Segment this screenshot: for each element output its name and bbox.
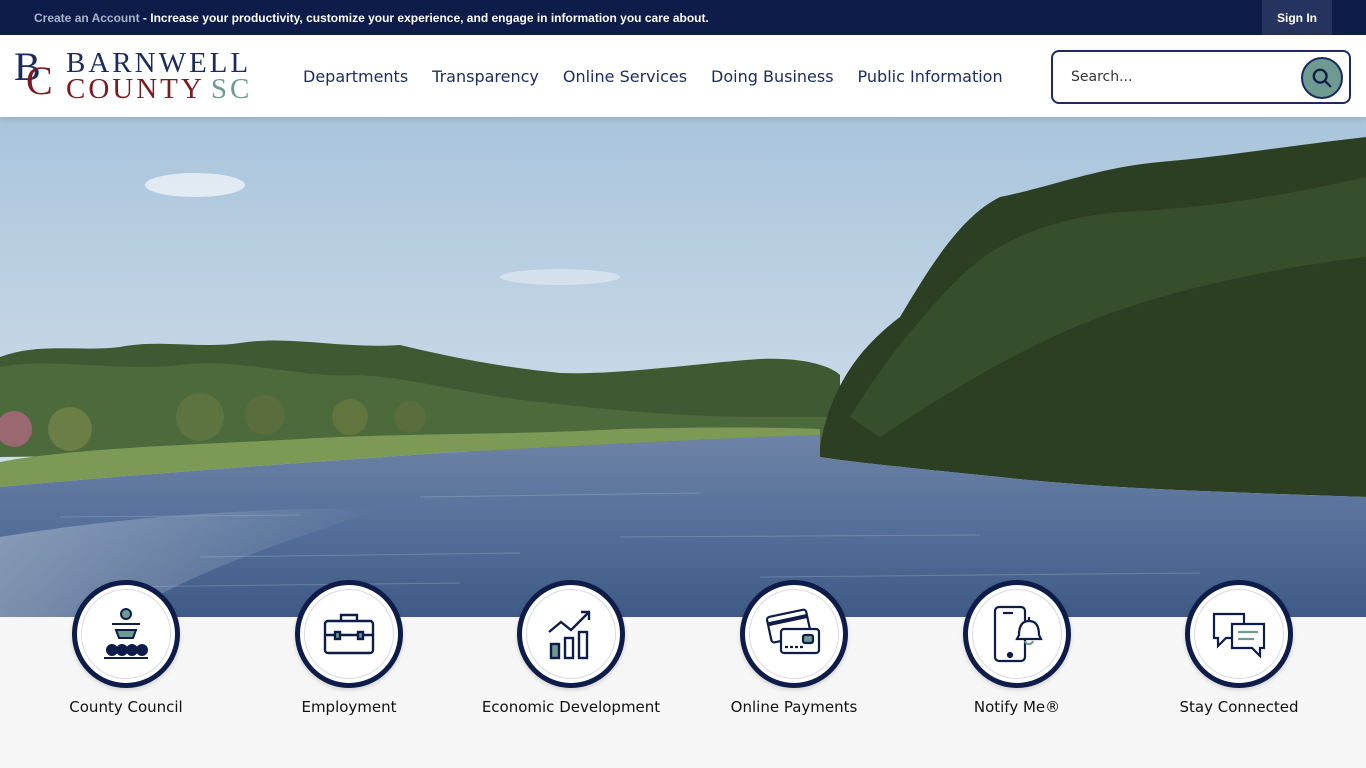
quick-link-circle — [517, 580, 625, 688]
quick-link-label: Notify Me® — [973, 698, 1061, 716]
account-message-text: - Increase your productivity, customize … — [139, 11, 709, 25]
quick-link-label: Economic Development — [481, 698, 661, 716]
logo-line-2-text: COUNTY — [66, 73, 205, 105]
nav-item-public-information[interactable]: Public Information — [846, 67, 1015, 86]
search-icon — [1312, 68, 1332, 88]
quick-link-circle — [295, 580, 403, 688]
quick-link-county-council[interactable]: County Council — [16, 580, 236, 716]
logo-line-2-suffix: SC — [210, 73, 253, 105]
nav-item-doing-business[interactable]: Doing Business — [699, 67, 846, 86]
quick-link-employment[interactable]: Employment — [239, 580, 459, 716]
logo-monogram-c: C — [26, 58, 53, 103]
account-message: Create an Account - Increase your produc… — [34, 11, 709, 25]
chat-bubbles-icon — [1212, 612, 1266, 659]
phone-bell-icon — [993, 605, 1043, 663]
podium-audience-icon — [104, 608, 148, 659]
create-account-link[interactable]: Create an Account — [34, 11, 140, 25]
site-header: B C BARNWELL COUNTY SC Departments Transp… — [0, 35, 1366, 117]
quick-link-circle — [963, 580, 1071, 688]
nav-item-online-services[interactable]: Online Services — [551, 67, 699, 86]
top-utility-bar: Create an Account - Increase your produc… — [0, 0, 1366, 35]
main-nav: Departments Transparency Online Services… — [291, 35, 1015, 117]
nav-item-departments[interactable]: Departments — [291, 67, 420, 86]
sign-in-button[interactable]: Sign In — [1262, 0, 1332, 35]
search-box — [1051, 50, 1351, 104]
briefcase-icon — [323, 613, 375, 655]
quick-link-economic-development[interactable]: Economic Development — [461, 580, 681, 716]
growth-chart-icon — [548, 610, 591, 660]
quick-link-online-payments[interactable]: Online Payments — [684, 580, 904, 716]
search-button[interactable] — [1301, 57, 1343, 99]
quick-link-circle — [1185, 580, 1293, 688]
hero-banner-image — [0, 117, 1366, 617]
quick-link-label: Employment — [301, 698, 397, 716]
quick-link-circle — [72, 580, 180, 688]
search-input[interactable] — [1071, 66, 1291, 88]
credit-card-icon — [765, 608, 821, 655]
nav-item-transparency[interactable]: Transparency — [420, 67, 551, 86]
quick-links-section: County Council Employment Economic Devel — [0, 580, 1366, 768]
logo-line-2: COUNTY SC — [66, 75, 252, 104]
quick-link-circle — [740, 580, 848, 688]
quick-link-label: County Council — [69, 698, 183, 716]
lake-scene-image — [0, 117, 1366, 617]
quick-link-label: Online Payments — [730, 698, 858, 716]
quick-link-label: Stay Connected — [1179, 698, 1299, 716]
quick-link-stay-connected[interactable]: Stay Connected — [1129, 580, 1349, 716]
county-logo[interactable]: B C BARNWELL COUNTY SC — [14, 47, 270, 104]
quick-link-notify-me[interactable]: Notify Me® — [907, 580, 1127, 716]
